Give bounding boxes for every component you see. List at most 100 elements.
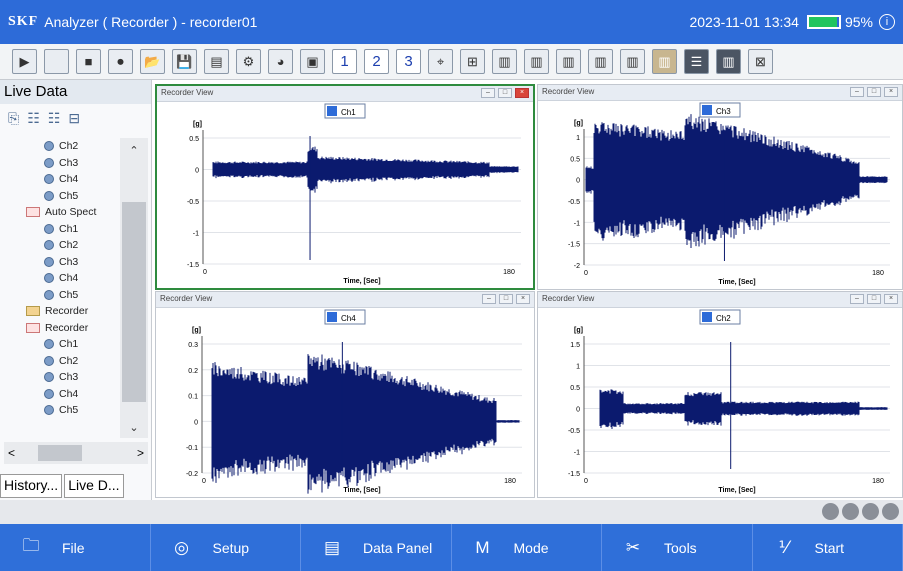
scroll-thumb[interactable] bbox=[122, 202, 146, 402]
data-panel-button[interactable]: ▤ Data Panel bbox=[301, 524, 452, 571]
y-axis-unit: [g] bbox=[574, 120, 583, 127]
tree-item[interactable]: Ch4 bbox=[4, 171, 119, 188]
panel-title: Recorder View bbox=[161, 88, 214, 97]
folder-icon: 🗀 bbox=[22, 536, 40, 555]
tree-item[interactable]: Recorder bbox=[4, 303, 119, 320]
new-item-icon[interactable]: ⎘ bbox=[8, 110, 19, 127]
tree-item[interactable]: Ch4 bbox=[4, 270, 119, 287]
record-icon: ⏺ bbox=[117, 53, 124, 69]
maximize-window-icon[interactable]: □ bbox=[867, 294, 881, 304]
tree-item[interactable]: Ch2 bbox=[4, 138, 119, 155]
recorder-view-panel-ch2[interactable]: Recorder View – □ × Ch2 [g] 1.5 1 0.5 0 -0.5 -1 -1.5… bbox=[537, 291, 903, 498]
waveform-chart[interactable]: Ch1 [g] 0.5 0 -0.5 -1 -1.5 0 180 Time, [Sec] bbox=[157, 102, 533, 288]
tree-item[interactable]: Ch5 bbox=[4, 402, 119, 419]
cursor-button[interactable]: ⌖ bbox=[428, 49, 453, 74]
document-button[interactable]: ▤ bbox=[204, 49, 229, 74]
window-title: Analyzer ( Recorder ) - recorder01 bbox=[44, 14, 258, 30]
minus-box-icon[interactable]: ⊟ bbox=[68, 110, 80, 127]
close-panel-button[interactable]: ⊠ bbox=[748, 49, 773, 74]
minimize-window-icon[interactable]: – bbox=[482, 294, 496, 304]
minimize-window-icon[interactable]: – bbox=[850, 294, 864, 304]
toolbar: ▶ ■ ⏺ 📂 💾 ▤ ⚙ ◕ ▣ 1 2 3 ⌖ ⊞ ▥ ▥ ▥ ▥ ▥ ▥ ☰ ▥ ⊠ bbox=[0, 44, 903, 80]
recorder-view-panel-ch1[interactable]: Recorder View – □ × Ch1 [g] 0.5 0 -0.5 -1 -1.5 0 180… bbox=[155, 84, 535, 290]
tree-item[interactable]: Recorder bbox=[4, 320, 119, 337]
scroll-down-icon[interactable]: ⌄ bbox=[120, 421, 148, 434]
chart-panel-button[interactable]: ▥ bbox=[524, 49, 549, 74]
setup-button[interactable]: ◎ Setup bbox=[151, 524, 301, 571]
scroll-up-icon[interactable]: ⌃ bbox=[120, 144, 148, 157]
columns-button[interactable]: ▥ bbox=[716, 49, 741, 74]
maximize-window-icon[interactable]: □ bbox=[498, 88, 512, 98]
play-button[interactable]: ▶ bbox=[12, 49, 37, 74]
minimize-window-icon[interactable]: – bbox=[481, 88, 495, 98]
highlight-panel-button[interactable]: ▥ bbox=[652, 49, 677, 74]
info-icon[interactable]: i bbox=[879, 14, 895, 30]
close-window-icon[interactable]: × bbox=[884, 294, 898, 304]
gear-button[interactable]: ⚙ bbox=[236, 49, 261, 74]
chart-panel-button[interactable]: ▥ bbox=[492, 49, 517, 74]
tree-horizontal-scrollbar[interactable]: < > bbox=[4, 442, 148, 464]
tab-live-data[interactable]: Live D... bbox=[64, 474, 124, 498]
tools-button[interactable]: ✂ Tools bbox=[602, 524, 753, 571]
scroll-right-icon[interactable]: > bbox=[137, 446, 144, 460]
pie-chart-button[interactable]: ◕ bbox=[268, 49, 293, 74]
waveform-chart[interactable]: Ch4 [g] 0.3 0.2 0.1 0 -0.1 -0.2 0 180 Time, [Sec] bbox=[156, 308, 534, 497]
tree-item[interactable]: Ch1 bbox=[4, 336, 119, 353]
file-button[interactable]: 🗀 File bbox=[0, 524, 151, 571]
hscroll-thumb[interactable] bbox=[38, 445, 82, 461]
channel-legend[interactable]: Ch3 bbox=[699, 102, 741, 118]
tree-item[interactable]: Ch2 bbox=[4, 353, 119, 370]
layout-1-button[interactable]: 1 bbox=[332, 49, 357, 74]
tree-item[interactable]: Ch1 bbox=[4, 221, 119, 238]
play-icon: ▶ bbox=[19, 53, 30, 69]
add-panel-button[interactable]: ⊞ bbox=[460, 49, 485, 74]
tree-vertical-scrollbar[interactable]: ⌃ ⌄ bbox=[120, 138, 148, 438]
save-button[interactable]: 💾 bbox=[172, 49, 197, 74]
channel-icon bbox=[44, 405, 54, 416]
close-window-icon[interactable]: × bbox=[884, 87, 898, 97]
y-axis-unit: [g] bbox=[192, 327, 201, 334]
layout-2-button[interactable]: 2 bbox=[364, 49, 389, 74]
start-button[interactable]: ⅟ Start bbox=[753, 524, 903, 571]
collapse-tree-icon[interactable]: ☷ bbox=[48, 110, 61, 127]
tree-item[interactable]: Ch5 bbox=[4, 287, 119, 304]
close-window-icon[interactable]: × bbox=[516, 294, 530, 304]
close-window-icon[interactable]: × bbox=[515, 88, 529, 98]
display-button[interactable]: ▣ bbox=[300, 49, 325, 74]
y-tick-label: -0.5 bbox=[187, 199, 199, 206]
recorder-view-panel-ch4[interactable]: Recorder View – □ × Ch4 [g] 0.3 0.2 0.1 0 -0.1 -0.2… bbox=[155, 291, 535, 498]
layout-3-button[interactable]: 3 bbox=[396, 49, 421, 74]
open-folder-button[interactable]: 📂 bbox=[140, 49, 165, 74]
rows-button[interactable]: ☰ bbox=[684, 49, 709, 74]
expand-tree-icon[interactable]: ☷ bbox=[27, 110, 40, 127]
waveform-chart[interactable]: Ch2 [g] 1.5 1 0.5 0 -0.5 -1 -1.5 0 180 Time, [Sec] bbox=[538, 308, 902, 497]
tree-item[interactable]: Ch4 bbox=[4, 386, 119, 403]
tree-item[interactable]: Ch3 bbox=[4, 369, 119, 386]
channel-legend[interactable]: Ch1 bbox=[324, 103, 366, 119]
channel-legend[interactable]: Ch2 bbox=[699, 309, 741, 325]
tree-item[interactable]: Ch2 bbox=[4, 237, 119, 254]
chart-panel-button[interactable]: ▥ bbox=[620, 49, 645, 74]
tree-item[interactable]: Ch3 bbox=[4, 155, 119, 172]
minimize-window-icon[interactable]: – bbox=[850, 87, 864, 97]
tree-item[interactable]: Ch3 bbox=[4, 254, 119, 271]
waveform-trace bbox=[599, 389, 888, 430]
channel-icon bbox=[44, 240, 54, 251]
channel-legend[interactable]: Ch4 bbox=[324, 309, 366, 325]
record-button[interactable]: ⏺ bbox=[108, 49, 133, 74]
data-tree[interactable]: Ch2 Ch3 Ch4 Ch5 Auto Spect Ch1 Ch2 Ch3 Ch4 Ch5 Rec… bbox=[4, 138, 119, 438]
stop-button[interactable]: ■ bbox=[76, 49, 101, 74]
gear-icon: ⚙ bbox=[242, 53, 255, 69]
chart-panel-button[interactable]: ▥ bbox=[556, 49, 581, 74]
maximize-window-icon[interactable]: □ bbox=[499, 294, 513, 304]
blank-button[interactable] bbox=[44, 49, 69, 74]
recorder-view-panel-ch3[interactable]: Recorder View – □ × Ch3 [g] 1 0.5 0 -0.5 -1 -1.5 -2 0… bbox=[537, 84, 903, 290]
waveform-chart[interactable]: Ch3 [g] 1 0.5 0 -0.5 -1 -1.5 -2 0 180 Time, [Sec] bbox=[538, 101, 902, 289]
tree-item[interactable]: Auto Spect bbox=[4, 204, 119, 221]
tab-history[interactable]: History... bbox=[0, 474, 63, 498]
scroll-left-icon[interactable]: < bbox=[8, 446, 15, 460]
tree-item[interactable]: Ch5 bbox=[4, 188, 119, 205]
chart-panel-button[interactable]: ▥ bbox=[588, 49, 613, 74]
maximize-window-icon[interactable]: □ bbox=[867, 87, 881, 97]
mode-button[interactable]: M Mode bbox=[452, 524, 602, 571]
